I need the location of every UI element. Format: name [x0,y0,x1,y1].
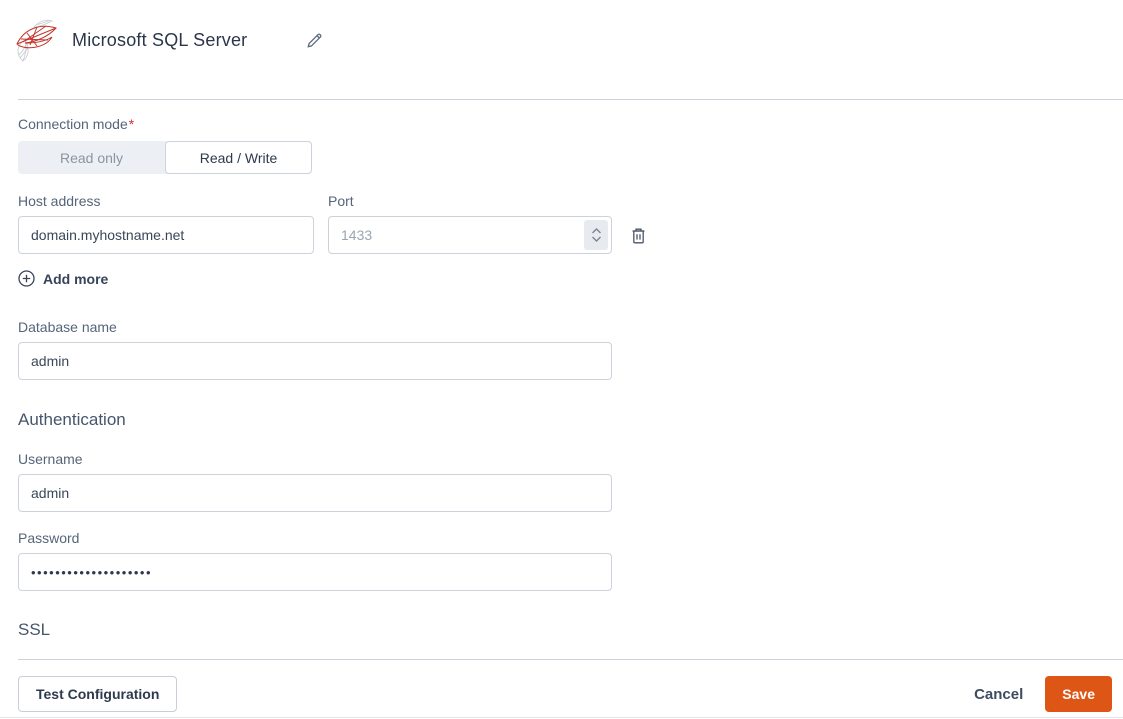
password-input[interactable] [18,553,612,591]
cancel-button[interactable]: Cancel [974,686,1023,703]
header-divider [18,99,1123,100]
add-more-button[interactable]: Add more [18,270,108,287]
connection-mode-toggle: Read only Read / Write [18,141,312,174]
connection-mode-label: Connection mode* [18,116,135,132]
footer-action-bar: Test Configuration Cancel Save [0,660,1123,712]
database-name-label: Database name [18,319,117,335]
sql-server-logo-icon [10,15,60,65]
test-configuration-button[interactable]: Test Configuration [18,676,178,712]
toggle-read-only[interactable]: Read only [18,141,165,174]
host-address-label: Host address [18,193,101,209]
port-input[interactable] [328,216,612,254]
username-input[interactable] [18,474,612,512]
delete-host-button[interactable] [630,227,647,245]
username-label: Username [18,451,83,467]
host-port-row: Host address Port [18,192,1123,254]
save-button[interactable]: Save [1045,676,1112,712]
required-asterisk: * [128,116,135,132]
port-stepper-icon[interactable] [584,220,608,250]
toggle-read-write[interactable]: Read / Write [165,141,312,174]
connection-form: Connection mode* Read only Read / Write … [0,115,1123,641]
pencil-icon[interactable] [305,31,324,50]
ssl-heading: SSL [18,620,51,639]
connection-header: Microsoft SQL Server [0,0,1123,64]
plus-circle-icon [18,270,35,287]
password-label: Password [18,530,80,546]
host-address-input[interactable] [18,216,314,254]
authentication-heading: Authentication [18,410,126,429]
database-name-input[interactable] [18,342,612,380]
port-label: Port [328,193,354,209]
page-title: Microsoft SQL Server [72,29,248,50]
bottom-hairline [0,717,1123,718]
trash-icon [632,228,645,244]
